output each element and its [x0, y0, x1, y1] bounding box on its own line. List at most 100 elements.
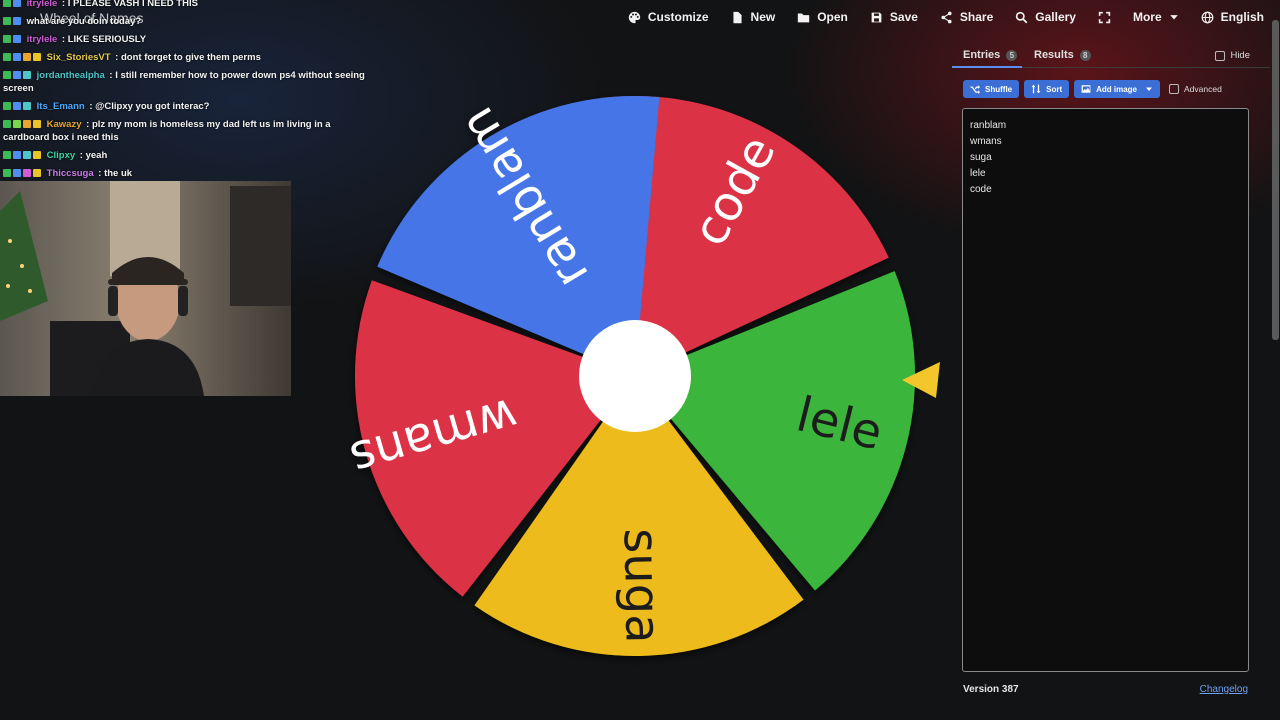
new-button[interactable]: New [731, 10, 776, 24]
chat-badges [3, 151, 41, 160]
chat-username: itrylele [26, 0, 58, 9]
chat-message: Clipxy : yeah [0, 147, 372, 165]
sort-label: Sort [1046, 84, 1063, 94]
chat-badges [3, 35, 21, 44]
chat-username: Its_Emann [36, 101, 85, 112]
share-button[interactable]: Share [940, 10, 993, 24]
tab-results[interactable]: Results 8 [1034, 49, 1091, 61]
advanced-label: Advanced [1184, 84, 1222, 94]
add-image-label: Add image [1096, 84, 1138, 94]
chat-username: Clipxy [46, 150, 76, 161]
open-label: Open [817, 10, 848, 24]
webcam-feed [0, 181, 291, 396]
entry-line: lele [970, 168, 986, 179]
language-button[interactable]: English [1201, 10, 1264, 24]
save-label: Save [889, 10, 918, 24]
entries-toolbar: Shuffle Sort Add image Advanced [963, 80, 1222, 98]
new-label: New [750, 10, 776, 24]
main-menu: Customize New Open Save Share Gallery Mo… [628, 0, 1264, 34]
chat-text: the uk [104, 168, 133, 179]
wheel-center-hub[interactable] [579, 320, 691, 432]
chat-message: itrylele : LIKE SERIOUSLY [0, 31, 372, 49]
globe-icon [1201, 11, 1214, 23]
scrollbar-thumb[interactable] [1272, 20, 1279, 340]
sort-icon [1031, 84, 1041, 94]
active-tab-indicator [952, 66, 1022, 68]
panel-tabs: Entries 5 Results 8 Hide [952, 38, 1270, 68]
hide-label: Hide [1230, 50, 1250, 61]
results-count-badge: 8 [1079, 49, 1091, 61]
chat-text: yeah [85, 150, 108, 161]
chat-username: Six_StoriesVT [46, 52, 111, 63]
chat-badges [3, 71, 31, 80]
spin-wheel[interactable]: codelelesugawmansranblam [330, 80, 950, 680]
chevron-down-icon [1169, 15, 1178, 20]
customize-button[interactable]: Customize [628, 10, 709, 24]
save-button[interactable]: Save [870, 10, 918, 24]
chat-text: LIKE SERIOUSLY [67, 34, 147, 45]
palette-icon [628, 11, 641, 23]
tab-entries[interactable]: Entries 5 [963, 49, 1018, 61]
chat-badges [3, 17, 21, 26]
gallery-button[interactable]: Gallery [1015, 10, 1076, 24]
image-icon [1081, 85, 1091, 93]
hide-toggle[interactable]: Hide [1215, 50, 1250, 61]
folder-icon [798, 12, 810, 22]
shuffle-button[interactable]: Shuffle [963, 80, 1020, 98]
changelog-link[interactable]: Changelog [1200, 684, 1248, 695]
entry-line: suga [970, 152, 992, 163]
fullscreen-button[interactable] [1098, 11, 1111, 24]
fullscreen-icon [1098, 11, 1111, 23]
save-icon [871, 12, 882, 22]
open-button[interactable]: Open [797, 10, 848, 24]
chat-message: what are you doin today? [0, 13, 372, 31]
more-button[interactable]: More [1133, 10, 1179, 24]
sort-button[interactable]: Sort [1024, 80, 1070, 98]
chat-badges [3, 53, 41, 62]
search-icon [1016, 11, 1028, 23]
page-scrollbar[interactable] [1270, 20, 1280, 340]
entries-textarea[interactable]: ranblam wmans suga lele code [962, 108, 1249, 672]
shuffle-label: Shuffle [985, 84, 1013, 94]
tab-results-label: Results [1034, 49, 1074, 61]
wheel-area: code lele suga wmans ranblam [330, 80, 950, 680]
chat-username: Kawazy [46, 119, 82, 130]
chat-text: I PLEASE VASH I NEED THIS [67, 0, 198, 9]
entry-line: ranblam [970, 120, 1007, 131]
entry-line: wmans [970, 136, 1002, 147]
advanced-toggle[interactable]: Advanced [1169, 84, 1222, 94]
chevron-down-icon [1146, 87, 1153, 91]
version-label: Version 387 [963, 684, 1019, 695]
chat-badges [3, 102, 31, 111]
share-label: Share [959, 10, 994, 24]
share-icon [941, 11, 952, 23]
entry-line: code [970, 184, 992, 195]
chat-message: Kawazy : plz my mom is homeless my dad l… [3, 119, 331, 143]
hide-checkbox[interactable] [1215, 50, 1226, 61]
chat-message: jordanthealpha : I still remember how to… [3, 70, 365, 94]
gallery-label: Gallery [1035, 10, 1076, 24]
chat-text: what are you doin today? [26, 16, 142, 27]
chat-username: itrylele [26, 34, 58, 45]
entries-panel: Entries 5 Results 8 Hide Shuffle Sort Ad… [952, 38, 1270, 710]
file-icon [732, 11, 742, 23]
webcam-image [0, 181, 291, 396]
chat-badges [3, 120, 41, 129]
tab-entries-label: Entries [963, 49, 1001, 61]
wheel-label-suga: suga [613, 528, 671, 644]
more-label: More [1132, 10, 1162, 24]
chat-username: jordanthealpha [36, 70, 105, 81]
chat-username: Thiccsuga [46, 168, 94, 179]
customize-label: Customize [647, 10, 709, 24]
add-image-button[interactable]: Add image [1074, 80, 1161, 98]
advanced-checkbox[interactable] [1169, 84, 1180, 94]
chat-message: itrylele : I PLEASE VASH I NEED THIS [0, 0, 372, 13]
entries-count-badge: 5 [1006, 49, 1018, 61]
chat-badges [3, 0, 21, 8]
chat-badges [3, 169, 41, 178]
chat-text: dont forget to give them perms [120, 52, 261, 63]
chat-message: Six_StoriesVT : dont forget to give them… [0, 49, 372, 67]
language-label: English [1220, 10, 1264, 24]
chat-message: Its_Emann : @Clipxy you got interac? [0, 98, 372, 116]
chat-text: @Clipxy you got interac? [95, 101, 210, 112]
